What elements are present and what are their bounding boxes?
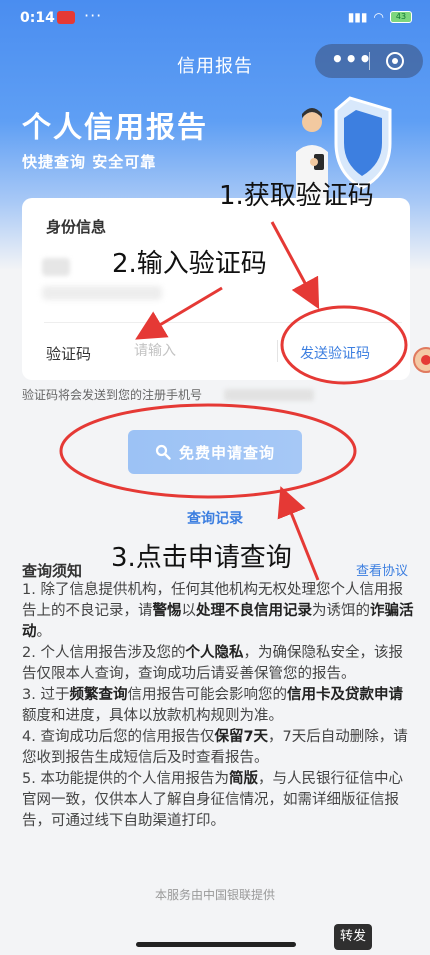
verification-code-input[interactable]	[134, 338, 274, 364]
notice-title: 查询须知	[22, 562, 83, 580]
more-icon[interactable]: •••	[331, 47, 372, 71]
status-icons: ▮▮▮ ◠ 43	[348, 10, 412, 24]
notice-item: 2. 个人信用报告涉及您的个人隐私，为确保隐私安全，该报告仅限本人查询，查询成功…	[22, 645, 403, 682]
battery-icon: 43	[390, 11, 412, 23]
step2-annotation: 2.输入验证码	[112, 249, 267, 279]
masked-phone	[224, 389, 314, 401]
notice-item: 3. 过于频繁查询信用报告可能会影响您的信用卡及贷款申请额度和进度，具体以放款机…	[22, 687, 403, 724]
masked-name	[42, 258, 70, 276]
step1-annotation: 1.获取验证码	[219, 181, 374, 211]
card-divider	[44, 322, 402, 323]
view-protocol-link[interactable]: 查看协议	[356, 560, 408, 579]
notice-body: 1. 除了信息提供机构，任何其他机构无权处理您个人信用报告上的不良记录，请警惕以…	[22, 580, 414, 832]
send-code-button[interactable]: 发送验证码	[300, 343, 370, 363]
close-icon[interactable]	[386, 52, 404, 70]
forward-button[interactable]: 转发	[334, 924, 372, 950]
apply-query-label: 免费申请查询	[178, 443, 275, 462]
capsule-divider	[369, 52, 370, 70]
verification-code-label: 验证码	[46, 345, 92, 363]
notice-item: 5. 本功能提供的个人信用报告为简版，与人民银行征信中心官网一致，仅供本人了解自…	[22, 771, 403, 829]
status-bar: 0:14 ··· ▮▮▮ ◠ 43	[0, 0, 430, 38]
apply-query-button[interactable]: 免费申请查询	[128, 430, 302, 474]
hero-title: 个人信用报告	[22, 110, 209, 144]
status-dots: ···	[84, 6, 103, 25]
notice-item: 1. 除了信息提供机构，任何其他机构无权处理您个人信用报告上的不良记录，请警惕以…	[22, 582, 414, 640]
floating-mascot-icon[interactable]	[412, 340, 430, 380]
status-time: 0:14	[20, 10, 55, 26]
miniapp-capsule: •••	[315, 44, 423, 78]
masked-id-number	[42, 286, 162, 300]
provider-footer: 本服务由中国银联提供	[154, 888, 275, 902]
identity-card: 身份信息 验证码 发送验证码	[22, 198, 410, 380]
wifi-icon: ◠	[373, 10, 384, 24]
notice-item: 4. 查询成功后您的信用报告仅保留7天，7天后自动删除，请您收到报告生成短信后及…	[22, 729, 408, 766]
hero-subtitle: 快捷查询 安全可靠	[22, 153, 157, 171]
notification-badge	[57, 11, 75, 24]
sms-hint: 验证码将会发送到您的注册手机号	[22, 388, 203, 402]
identity-header: 身份信息	[46, 218, 107, 236]
signal-icon: ▮▮▮	[347, 10, 368, 24]
step3-annotation: 3.点击申请查询	[111, 543, 292, 573]
search-icon	[155, 444, 171, 460]
query-records-link[interactable]: 查询记录	[0, 508, 430, 528]
home-indicator[interactable]	[136, 942, 296, 947]
input-divider	[277, 340, 278, 362]
